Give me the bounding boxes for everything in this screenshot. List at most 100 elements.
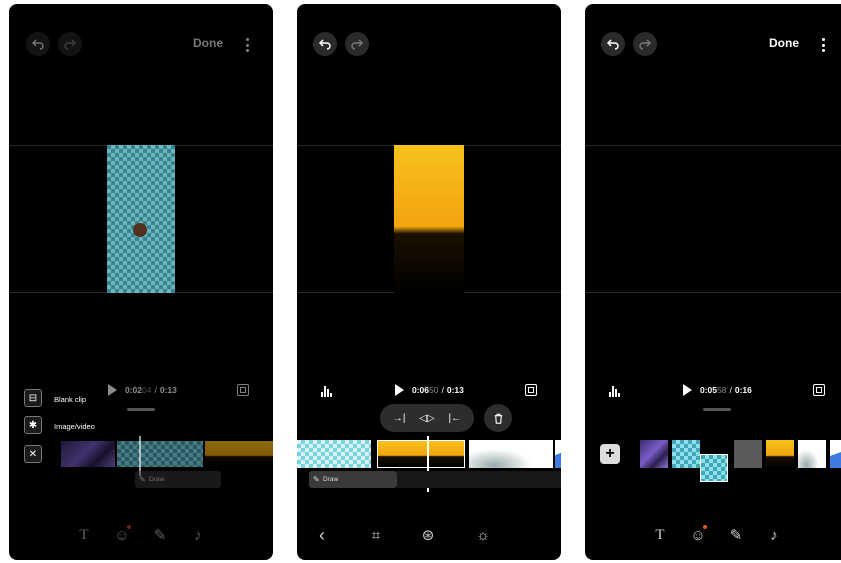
gear-icon: ✱ xyxy=(28,419,38,431)
trim-end-icon[interactable]: |← xyxy=(448,413,461,424)
close-icon: ✕ xyxy=(28,448,38,460)
timeline-clip[interactable] xyxy=(377,440,465,468)
redo-button[interactable] xyxy=(345,32,369,56)
image-video-button[interactable]: ✱ xyxy=(24,416,42,434)
preview-bottom-border xyxy=(585,292,841,293)
playhead[interactable] xyxy=(139,436,141,476)
timeline-clip[interactable] xyxy=(297,440,371,468)
draw-track[interactable]: ✎ Draw xyxy=(135,471,221,488)
blank-clip-label: Blank clip xyxy=(54,395,87,404)
image-video-label: Image/video xyxy=(54,422,95,431)
play-icon[interactable] xyxy=(395,384,404,396)
timeline-clip[interactable] xyxy=(766,440,794,468)
tool-bar: T ☺ ✎ ♪ xyxy=(9,525,273,546)
fit-screen-icon[interactable] xyxy=(525,384,537,396)
tool-bar: T ☺ ✎ ♪ xyxy=(585,525,841,546)
play-icon[interactable] xyxy=(108,384,117,396)
sticker-icon[interactable]: ☺ xyxy=(113,525,131,544)
split-icon[interactable]: ◁▷ xyxy=(419,413,434,424)
time-separator: / xyxy=(729,385,732,395)
pen-icon: ✎ xyxy=(313,475,320,484)
redo-button[interactable] xyxy=(633,32,657,56)
time-total: 0:13 xyxy=(159,385,177,395)
sticker-icon[interactable]: ☺ xyxy=(689,525,707,544)
fit-screen-icon[interactable] xyxy=(813,384,825,396)
blank-clip-button[interactable]: ⊟ xyxy=(24,389,42,407)
timeline-clip[interactable] xyxy=(830,440,841,468)
timeline-clip[interactable] xyxy=(798,440,826,468)
timeline-clip[interactable] xyxy=(469,440,553,468)
playback-controls: 0:06 50/0:13 xyxy=(395,382,464,398)
timeline-clip[interactable] xyxy=(61,441,115,467)
timeline-clip[interactable] xyxy=(117,441,203,467)
pen-icon[interactable]: ✎ xyxy=(727,526,745,544)
timeline-clip-dragging[interactable] xyxy=(700,454,728,482)
timeline-clip[interactable] xyxy=(205,441,273,467)
done-button[interactable]: Done xyxy=(769,36,799,50)
more-options-icon[interactable] xyxy=(245,38,249,52)
undo-button[interactable] xyxy=(601,32,625,56)
undo-icon xyxy=(606,39,619,50)
tool-bar: ‹ ⌗ ⊛ ☼ xyxy=(297,525,561,546)
trash-icon xyxy=(494,413,502,424)
draw-track-label: Draw xyxy=(323,476,339,483)
add-clip-button[interactable]: + xyxy=(600,444,620,464)
draw-track-label: Draw xyxy=(149,476,165,483)
timeline-handle[interactable] xyxy=(127,408,155,411)
text-icon[interactable]: T xyxy=(75,526,93,544)
timeline-clip[interactable] xyxy=(734,440,762,468)
time-total: 0:13 xyxy=(446,385,464,395)
undo-button[interactable] xyxy=(26,32,50,56)
text-icon[interactable]: T xyxy=(651,526,669,544)
redo-icon xyxy=(639,39,652,50)
editor-screen-add-menu: Done 0:02 04/0:13 ⊟ Blank clip ✱ Image/vi… xyxy=(9,4,273,560)
fit-screen-icon[interactable] xyxy=(237,384,249,396)
pen-icon[interactable]: ✎ xyxy=(151,526,169,544)
editor-screen-timeline: Done 0:05 58/0:16 + T ☺ ✎ ♪ xyxy=(585,4,841,560)
audio-waveform-icon[interactable] xyxy=(321,385,332,397)
crop-icon[interactable]: ⌗ xyxy=(367,526,385,544)
redo-icon xyxy=(351,39,364,50)
time-fraction: 58 xyxy=(717,385,727,395)
timeline-strip[interactable] xyxy=(297,439,561,469)
timeline-strip[interactable] xyxy=(640,440,841,484)
preview-top-border xyxy=(585,145,841,146)
time-separator: / xyxy=(154,385,157,395)
filter-icon[interactable]: ⊛ xyxy=(419,526,437,544)
close-menu-button[interactable]: ✕ xyxy=(24,445,42,463)
preview-image xyxy=(394,145,464,293)
back-icon[interactable]: ‹ xyxy=(313,525,331,545)
time-fraction: 50 xyxy=(429,385,439,395)
brightness-icon[interactable]: ☼ xyxy=(474,526,492,544)
music-icon[interactable]: ♪ xyxy=(765,526,783,544)
time-total: 0:16 xyxy=(734,385,752,395)
play-icon[interactable] xyxy=(683,384,692,396)
redo-button[interactable] xyxy=(58,32,82,56)
redo-icon xyxy=(64,39,77,50)
trim-start-icon[interactable]: →| xyxy=(393,413,406,424)
playback-controls: 0:02 04/0:13 xyxy=(108,382,177,398)
time-current: 0:02 xyxy=(125,385,143,395)
draw-track-lane xyxy=(397,471,561,488)
timeline-clip[interactable] xyxy=(672,440,700,468)
blank-clip-icon: ⊟ xyxy=(28,392,38,404)
timeline-strip[interactable] xyxy=(61,439,273,469)
more-options-icon[interactable] xyxy=(821,38,825,52)
timeline-clip[interactable] xyxy=(640,440,668,468)
time-fraction: 04 xyxy=(142,385,152,395)
preview-image xyxy=(107,145,175,293)
playback-controls: 0:05 58/0:16 xyxy=(683,382,752,398)
timeline-clip[interactable] xyxy=(555,440,561,468)
draw-track[interactable]: ✎ Draw xyxy=(309,471,397,488)
delete-button[interactable] xyxy=(484,404,512,432)
time-current: 0:06 xyxy=(412,385,430,395)
undo-icon xyxy=(318,39,331,50)
pen-icon: ✎ xyxy=(139,475,146,484)
audio-waveform-icon[interactable] xyxy=(609,385,620,397)
undo-button[interactable] xyxy=(313,32,337,56)
timeline-handle[interactable] xyxy=(703,408,731,411)
time-separator: / xyxy=(441,385,444,395)
done-button[interactable]: Done xyxy=(193,36,223,50)
undo-icon xyxy=(31,39,44,50)
music-icon[interactable]: ♪ xyxy=(189,526,207,544)
